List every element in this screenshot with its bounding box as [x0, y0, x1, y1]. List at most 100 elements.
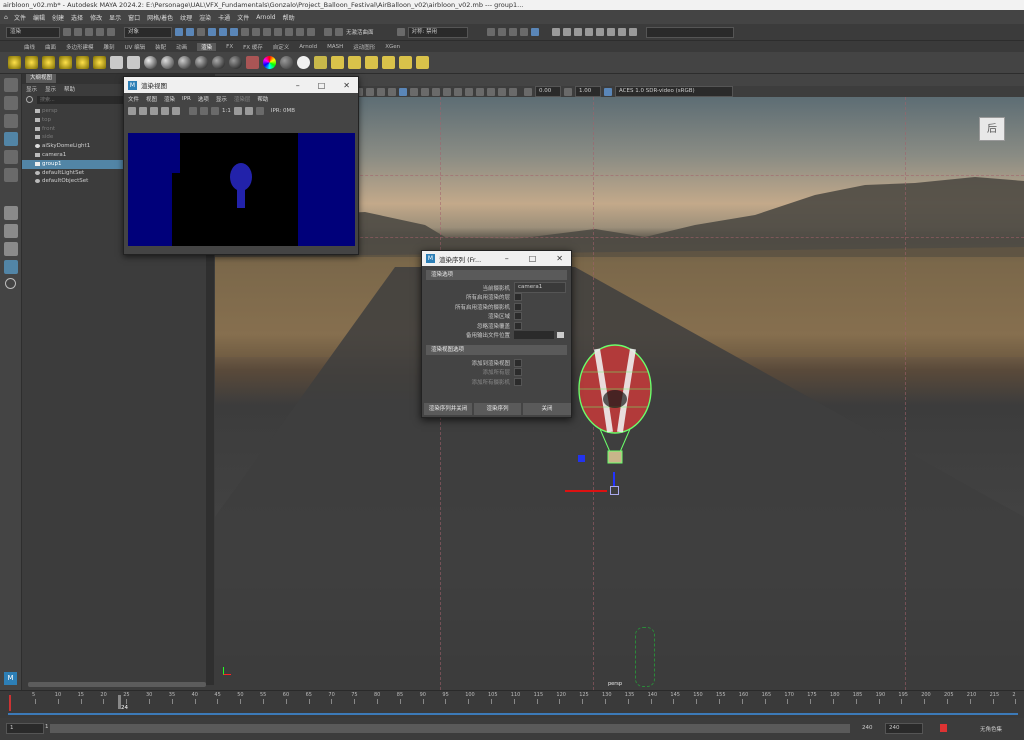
attribute-editor-icon[interactable] — [573, 28, 582, 36]
rv-menu-render-layer[interactable]: 渲染层 — [234, 95, 251, 103]
command-line-input[interactable] — [645, 26, 734, 38]
sphere-shader-2-icon[interactable] — [161, 56, 174, 69]
output-location-field[interactable] — [514, 331, 554, 340]
camera-attributes-icon[interactable] — [366, 87, 374, 96]
add-all-layers-checkbox[interactable] — [514, 368, 522, 377]
ambient-light-icon[interactable] — [25, 56, 38, 69]
shelf-tab-rendering[interactable]: 渲染 — [197, 42, 217, 51]
render-region-icon[interactable] — [314, 56, 327, 69]
rv-rgb-icon[interactable] — [189, 106, 197, 115]
render-options-section[interactable]: 渲染选项 — [426, 270, 567, 280]
hypershade-icon[interactable] — [519, 28, 528, 36]
rv-menu-view[interactable]: 视图 — [146, 95, 157, 103]
manipulator-blue-handle[interactable] — [578, 455, 585, 462]
rv-menu-file[interactable]: 文件 — [128, 95, 139, 103]
render-settings-icon[interactable] — [508, 28, 517, 36]
anim-layer-label[interactable]: 无角色集 — [980, 725, 1002, 733]
manipulator-y-axis[interactable] — [613, 472, 615, 486]
ambient-occlusion-icon[interactable] — [487, 87, 495, 96]
rv-menu-render[interactable]: 渲染 — [164, 95, 175, 103]
volume-light-icon[interactable] — [93, 56, 106, 69]
menu-lighting-shading[interactable]: 网格/着色 — [147, 13, 173, 22]
paint-select-icon[interactable] — [3, 114, 18, 128]
gamma-field[interactable]: 1.00 — [575, 86, 601, 97]
all-cameras-checkbox[interactable] — [514, 302, 522, 311]
camera-icon[interactable] — [110, 56, 123, 69]
render-sequence-and-close-button[interactable]: 渲染序列并关闭 — [424, 403, 472, 415]
character-wireframe[interactable] — [635, 627, 655, 687]
snap-grid-icon[interactable] — [208, 28, 216, 36]
rv-ipr-icon[interactable] — [139, 106, 147, 115]
sphere-shader-1-icon[interactable] — [144, 56, 157, 69]
single-pane-layout-icon[interactable] — [3, 206, 18, 220]
grid-toggle-icon[interactable] — [399, 87, 407, 96]
auto-key-icon[interactable] — [940, 724, 947, 732]
render-sequence-button[interactable]: 渲染序列 — [474, 403, 521, 415]
outliner-layout-icon[interactable] — [3, 260, 18, 274]
render-layer-3-icon[interactable] — [365, 56, 378, 69]
render-layer-4-icon[interactable] — [382, 56, 395, 69]
select-by-object-icon[interactable] — [186, 28, 194, 36]
rv-menu-help[interactable]: 帮助 — [257, 95, 268, 103]
maximize-icon[interactable]: □ — [529, 254, 537, 263]
move-tool-icon[interactable] — [3, 132, 18, 146]
construction-history-icon[interactable] — [285, 28, 293, 36]
start-frame-field[interactable]: 1 — [6, 723, 44, 734]
menu-texturing[interactable]: 纹理 — [180, 13, 192, 22]
xgen-icon[interactable] — [617, 28, 626, 36]
shelf-tab-custom[interactable]: 自定义 — [273, 43, 290, 51]
rv-region-icon[interactable] — [172, 106, 180, 115]
snap-surface-icon[interactable] — [252, 28, 260, 36]
render-layer-6-icon[interactable] — [416, 56, 429, 69]
rv-fit-icon[interactable] — [211, 106, 219, 115]
shelf-tab-sculpting[interactable]: 雕刻 — [104, 43, 115, 51]
menuset-dropdown[interactable]: 渲染 — [6, 26, 60, 38]
undo-icon[interactable] — [96, 28, 104, 36]
rv-ratio-label[interactable]: 1:1 — [222, 108, 231, 114]
render-layer-1-icon[interactable] — [331, 56, 344, 69]
symmetry-dropdown[interactable]: 对称: 禁用 — [407, 26, 468, 38]
scale-tool-icon[interactable] — [3, 168, 18, 182]
outliner-menu-show[interactable]: 显示 — [45, 85, 56, 93]
render-view-icon[interactable] — [530, 28, 539, 36]
render-layer-2-icon[interactable] — [348, 56, 361, 69]
area-light-icon[interactable] — [76, 56, 89, 69]
render-view-titlebar[interactable]: M 渲染视图 – □ ✕ — [124, 77, 358, 93]
minimize-icon[interactable]: – — [505, 254, 509, 263]
menu-toon[interactable]: 卡通 — [218, 13, 230, 22]
folder-icon[interactable] — [557, 332, 564, 339]
input-ops-icon[interactable] — [296, 28, 304, 36]
view-cube[interactable]: 后 — [979, 117, 1005, 141]
shadows-icon[interactable] — [476, 87, 484, 96]
history-icon[interactable] — [274, 28, 282, 36]
render-layer-5-icon[interactable] — [399, 56, 412, 69]
color-management-icon[interactable] — [604, 87, 612, 96]
wireframe-icon[interactable] — [432, 87, 440, 96]
shelf-tab-arnold[interactable]: Arnold — [299, 44, 317, 50]
time-slider[interactable]: 5 10 15 20 25 30 35 40 45 50 55 60 65 70 75 80 85 90 95 100… — [0, 690, 1024, 718]
snap-view-icon[interactable] — [241, 28, 249, 36]
add-to-render-view-checkbox[interactable] — [514, 358, 522, 367]
render-frame-icon[interactable] — [486, 28, 495, 36]
save-scene-icon[interactable] — [85, 28, 93, 36]
menu-arnold[interactable]: Arnold — [256, 14, 275, 21]
resolution-gate-icon[interactable] — [421, 87, 429, 96]
rv-text-icon[interactable] — [255, 106, 264, 115]
magnet-icon[interactable] — [324, 28, 332, 36]
sphere-shader-3-icon[interactable] — [178, 56, 191, 69]
render-gray-sphere-icon[interactable] — [280, 56, 293, 69]
close-button[interactable]: 关闭 — [523, 403, 571, 415]
shelf-tab-uv-editing[interactable]: UV 编辑 — [125, 43, 146, 51]
outliner-hscrollbar[interactable] — [28, 682, 206, 687]
render-region-checkbox[interactable] — [514, 312, 522, 321]
manipulator-x-axis[interactable] — [565, 490, 607, 492]
render-white-sphere-icon[interactable] — [297, 56, 310, 69]
home-icon[interactable]: ⌂ — [4, 14, 8, 21]
outliner-toggle-icon[interactable] — [606, 28, 615, 36]
render-view-options-section[interactable]: 渲染视图选项 — [426, 345, 567, 355]
sphere-shader-5-icon[interactable] — [212, 56, 225, 69]
ignore-overrides-checkbox[interactable] — [514, 321, 522, 330]
menu-modify[interactable]: 修改 — [90, 13, 102, 22]
menu-windows[interactable]: 窗口 — [128, 13, 140, 22]
bookmark-icon[interactable] — [377, 87, 385, 96]
